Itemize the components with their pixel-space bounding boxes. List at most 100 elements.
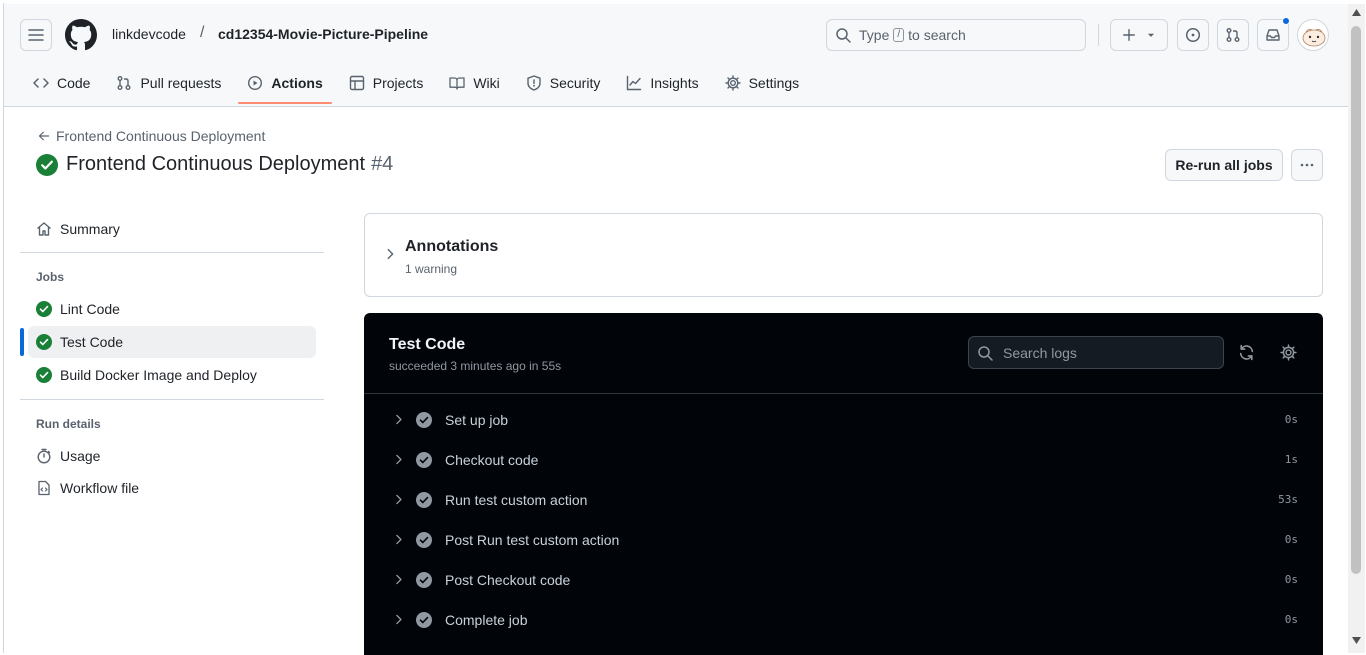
tab-insights[interactable]: Insights (617, 66, 707, 100)
chevron-right-icon (396, 574, 402, 585)
chevron-right-icon (387, 248, 394, 260)
check-circle-fill-icon (416, 572, 432, 588)
check-circle-fill-icon (36, 153, 58, 176)
sidebar-divider (20, 252, 324, 253)
page-title: Frontend Continuous Deployment #4 (36, 153, 393, 176)
sidebar-divider (20, 399, 324, 400)
check-circle-fill-icon (416, 452, 432, 468)
stopwatch-icon (37, 448, 51, 464)
tab-projects[interactable]: Projects (340, 66, 433, 100)
log-step-label: Post Run test custom action (445, 532, 620, 548)
scrollbar-thumb[interactable] (1351, 26, 1361, 574)
rerun-all-jobs-button[interactable]: Re-run all jobs (1165, 149, 1283, 181)
repo-tabs: Code Pull requests Actions Projects Wiki… (24, 66, 816, 104)
log-step[interactable]: Set up job 0s (364, 400, 1323, 440)
check-circle-fill-icon (36, 301, 52, 317)
avatar[interactable] (1297, 19, 1329, 51)
check-circle-fill-icon (36, 367, 52, 383)
tab-security-label: Security (549, 75, 601, 91)
log-step-label: Run test custom action (445, 492, 588, 508)
log-step[interactable]: Complete job 0s (364, 600, 1323, 640)
more-options-button[interactable] (1291, 149, 1323, 181)
tab-security[interactable]: Security (517, 66, 610, 100)
scroll-down-arrow-icon[interactable] (1352, 637, 1361, 644)
sidebar-item-label: Test Code (60, 334, 124, 350)
log-step-label: Complete job (445, 612, 528, 628)
sidebar-item-workflow-file[interactable]: Workflow file (28, 472, 316, 504)
sidebar-item-summary[interactable]: Summary (28, 213, 316, 245)
search-icon (978, 345, 993, 361)
triangle-down-icon (1147, 33, 1155, 37)
annotations-title: Annotations (405, 238, 499, 255)
log-step-duration: 0s (1284, 413, 1298, 426)
chevron-right-icon (396, 454, 402, 465)
tab-code[interactable]: Code (24, 66, 99, 100)
log-search-input[interactable]: Search logs (968, 336, 1224, 369)
check-circle-fill-icon (416, 612, 432, 628)
create-new-button[interactable] (1110, 19, 1168, 51)
check-circle-fill-icon (416, 492, 432, 508)
book-icon (449, 77, 465, 90)
sidebar-item-lint-code[interactable]: Lint Code (28, 293, 316, 325)
log-step[interactable]: Post Run test custom action 0s (364, 520, 1323, 560)
sidebar-item-label: Summary (60, 221, 120, 237)
notification-dot (1282, 17, 1290, 25)
tab-actions-label: Actions (271, 75, 323, 91)
back-to-workflow-link[interactable]: Frontend Continuous Deployment (38, 128, 265, 144)
plus-icon (1123, 29, 1135, 41)
arrow-left-icon (38, 131, 50, 141)
run-number: #4 (371, 153, 394, 175)
sidebar-jobs-heading: Jobs (36, 270, 65, 284)
file-code-icon (38, 480, 50, 496)
check-circle-fill-icon (416, 532, 432, 548)
chevron-right-icon (396, 414, 402, 425)
log-step[interactable]: Run test custom action 53s (364, 480, 1323, 520)
menu-button[interactable] (20, 19, 52, 51)
sidebar-item-usage[interactable]: Usage (28, 440, 316, 472)
job-status-text: succeeded 3 minutes ago in 55s (389, 359, 562, 373)
chevron-right-icon (396, 534, 402, 545)
back-link-label: Frontend Continuous Deployment (56, 128, 266, 144)
tab-actions[interactable]: Actions (238, 66, 333, 104)
search-prefix: Type (859, 27, 890, 43)
issue-icon (1185, 27, 1201, 43)
log-step-label: Post Checkout code (445, 572, 571, 588)
search-suffix: to search (908, 27, 966, 43)
app-header: linkdevcode / cd12354-Movie-Picture-Pipe… (4, 4, 1348, 107)
log-header-divider (364, 393, 1323, 394)
tab-pull-requests-label: Pull requests (140, 75, 222, 91)
breadcrumb-repo[interactable]: cd12354-Movie-Picture-Pipeline (218, 26, 428, 42)
github-logo-icon[interactable] (65, 19, 97, 51)
log-step-duration: 0s (1284, 533, 1298, 546)
log-step-duration: 1s (1284, 453, 1298, 466)
tab-settings[interactable]: Settings (716, 66, 809, 100)
gear-icon[interactable] (1280, 344, 1297, 361)
chevron-right-icon (396, 614, 402, 625)
sidebar-item-test-code[interactable]: Test Code (20, 326, 316, 358)
search-input[interactable]: Type / to search (826, 19, 1086, 51)
scroll-up-arrow-icon[interactable] (1352, 9, 1361, 16)
play-icon (248, 75, 263, 91)
inbox-icon (1266, 29, 1280, 41)
tab-wiki-label: Wiki (473, 75, 500, 91)
tab-wiki[interactable]: Wiki (440, 66, 508, 100)
issues-button[interactable] (1177, 19, 1209, 51)
kebab-horizontal-icon (1300, 163, 1314, 167)
log-step[interactable]: Checkout code 1s (364, 440, 1323, 480)
job-log-panel: Test Code succeeded 3 minutes ago in 55s… (364, 313, 1323, 655)
home-icon (37, 222, 51, 236)
check-circle-fill-icon (416, 412, 432, 428)
header-divider (1098, 24, 1099, 46)
sidebar-item-build-docker[interactable]: Build Docker Image and Deploy (28, 359, 316, 391)
hamburger-icon (28, 29, 44, 41)
breadcrumb-owner[interactable]: linkdevcode (112, 26, 186, 42)
pull-requests-button[interactable] (1217, 19, 1249, 51)
shield-icon (527, 75, 541, 91)
log-step[interactable]: Post Checkout code 0s (364, 560, 1323, 600)
refresh-icon[interactable] (1238, 344, 1255, 361)
graph-icon (627, 75, 642, 91)
annotations-subtitle: 1 warning (405, 262, 458, 276)
tab-pull-requests[interactable]: Pull requests (107, 66, 230, 100)
annotations-panel[interactable]: Annotations 1 warning (364, 213, 1323, 297)
check-circle-fill-icon (36, 334, 52, 350)
